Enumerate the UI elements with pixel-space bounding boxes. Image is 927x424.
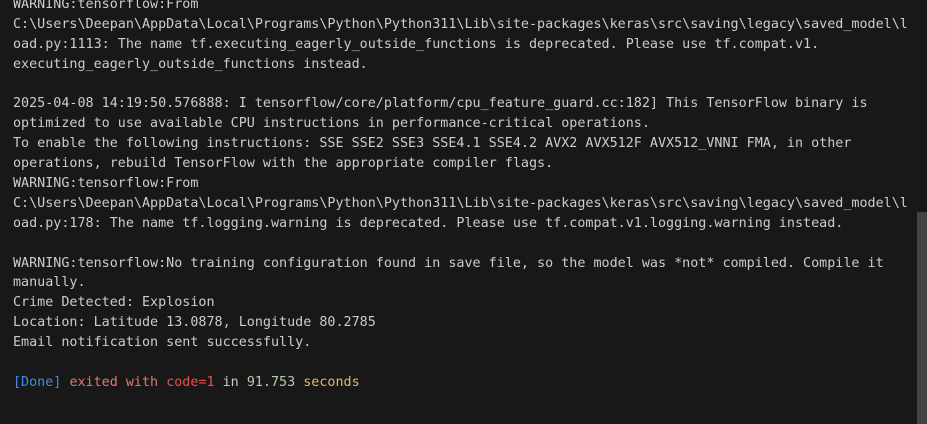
output-line: 2025-04-08 14:19:50.576888: I tensorflow… [13, 96, 868, 112]
output-line: Crime Detected: Explosion [13, 295, 215, 311]
done-tag: [Done] [13, 374, 62, 390]
elapsed-seconds-label: seconds [303, 374, 360, 390]
output-line: optimized to use available CPU instructi… [13, 116, 650, 132]
output-line: operations, rebuild TensorFlow with the … [13, 156, 554, 172]
output-line: WARNING:tensorflow:From [13, 176, 199, 192]
output-line: WARNING:tensorflow:From [13, 0, 199, 12]
output-line: WARNING:tensorflow:No training configura… [13, 255, 884, 271]
in-text: in [222, 374, 239, 390]
output-line: oad.py:1113: The name tf.executing_eager… [13, 36, 820, 52]
output-line: manually. [13, 275, 86, 291]
output-line: C:\Users\Deepan\AppData\Local\Programs\P… [13, 195, 908, 211]
output-line: executing_eagerly_outside_functions inst… [13, 56, 368, 72]
output-line: Location: Latitude 13.0878, Longitude 80… [13, 315, 376, 331]
terminal-panel[interactable]: WARNING:tensorflow:From C:\Users\Deepan\… [0, 0, 927, 424]
exited-text: exited with [69, 374, 159, 390]
scrollbar-thumb[interactable] [917, 212, 927, 424]
output-line: Email notification sent successfully. [13, 335, 312, 351]
output-line: C:\Users\Deepan\AppData\Local\Programs\P… [13, 16, 908, 32]
elapsed-seconds-value: 91.753 [246, 374, 296, 390]
terminal-output: WARNING:tensorflow:From C:\Users\Deepan\… [13, 0, 913, 393]
exit-code: code=1 [166, 374, 215, 390]
output-line: To enable the following instructions: SS… [13, 136, 852, 152]
vertical-scrollbar[interactable] [917, 0, 927, 424]
output-line: oad.py:178: The name tf.logging.warning … [13, 215, 844, 231]
run-status-line: [Done] exited with code=1 in 91.753 seco… [13, 373, 913, 393]
